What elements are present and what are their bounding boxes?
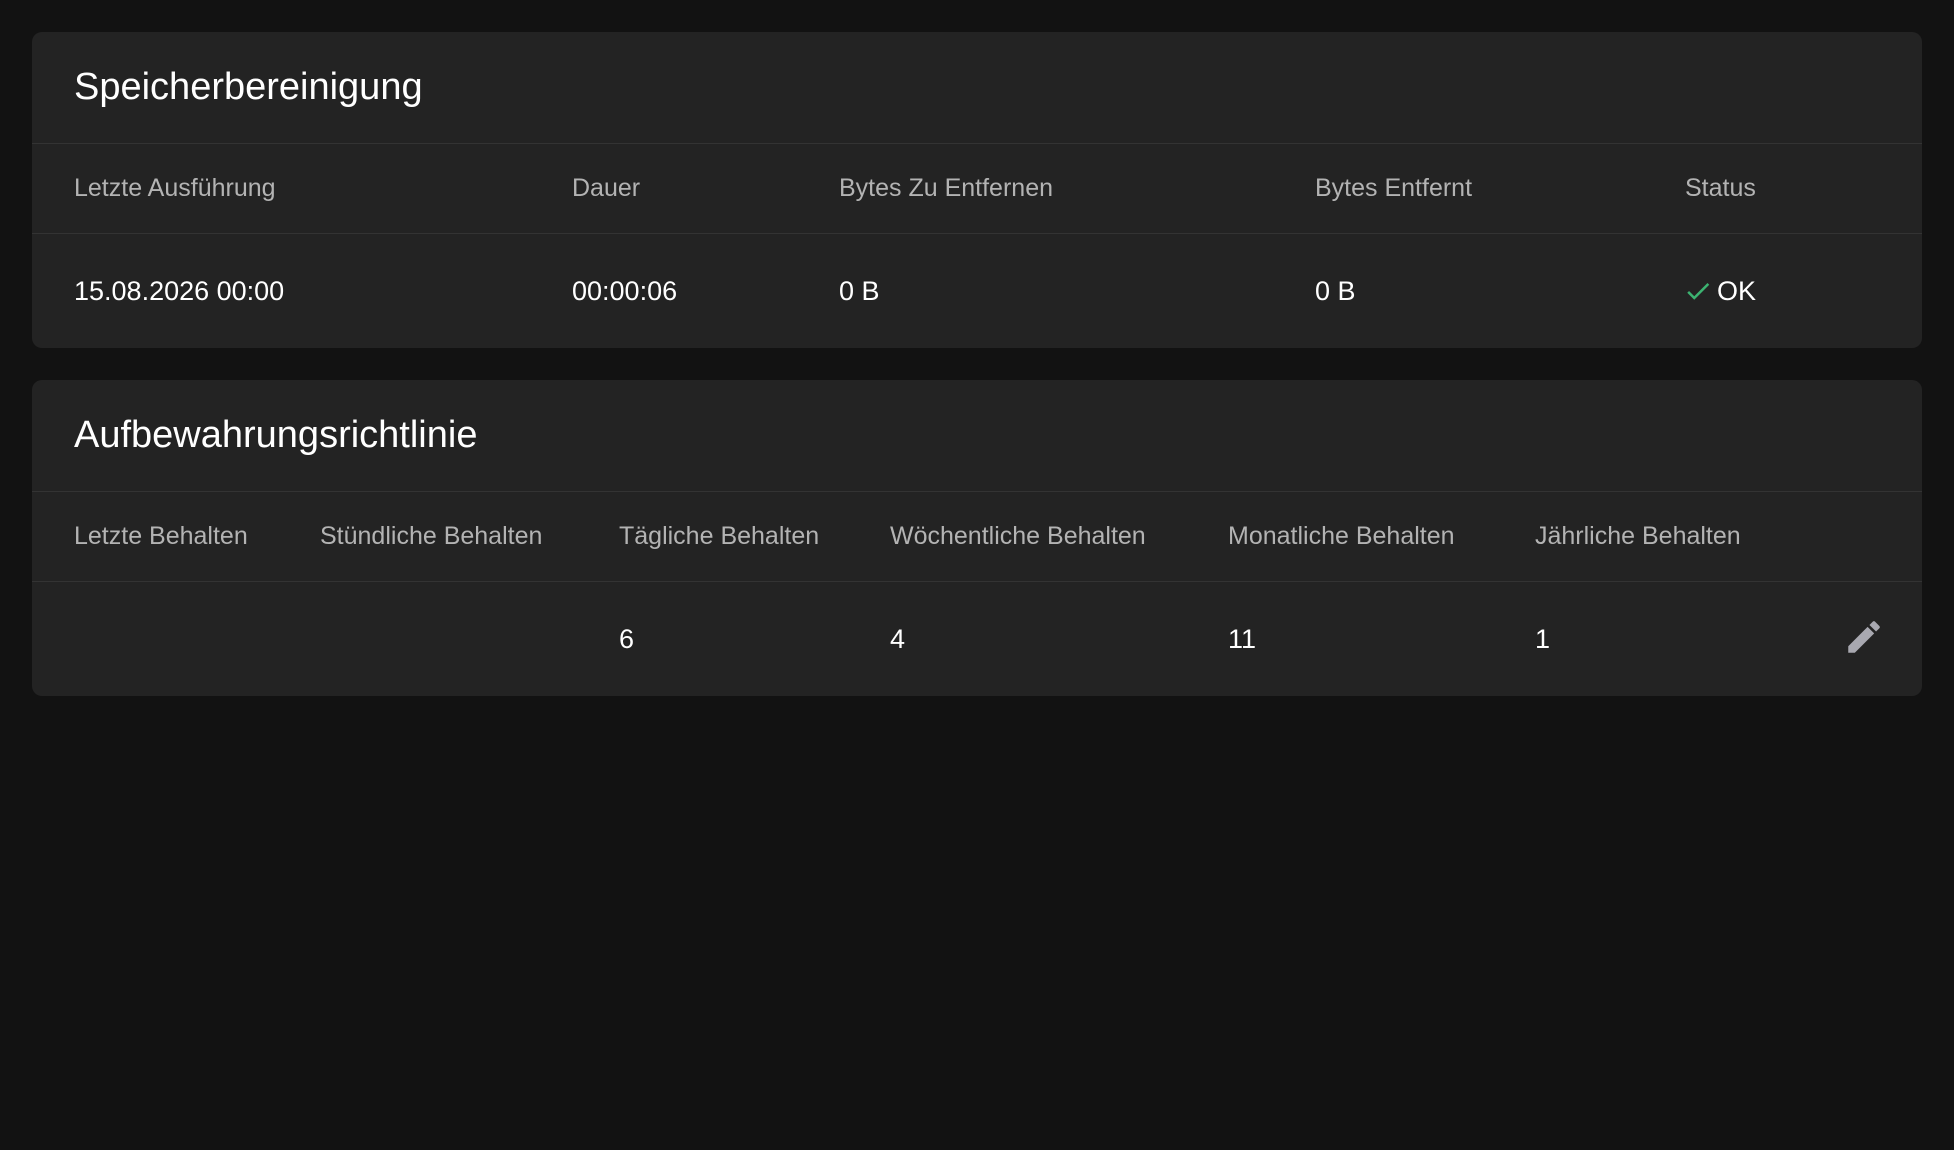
bytes-removed-value: 0 B [1315, 275, 1356, 306]
keep-yearly-value: 1 [1535, 623, 1551, 654]
duration-value: 00:00:06 [572, 275, 678, 306]
keep-daily-value: 6 [619, 623, 635, 654]
retention-table-header: Letzte Behalten Stündliche Behalten Tägl… [32, 492, 1922, 582]
table-row: 6 4 11 1 [32, 582, 1922, 696]
column-header-keep-yearly: Jährliche Behalten [1535, 522, 1741, 550]
status-badge: OK [1683, 234, 1756, 348]
edit-retention-button[interactable] [1842, 617, 1886, 661]
status-text: OK [1717, 275, 1757, 306]
retention-title: Aufbewahrungsrichtlinie [32, 380, 1922, 492]
keep-monthly-value: 11 [1228, 623, 1257, 654]
column-header-keep-last: Letzte Behalten [74, 522, 248, 550]
keep-weekly-value: 4 [890, 623, 906, 654]
column-header-status: Status [1685, 174, 1756, 202]
column-header-bytes-removed: Bytes Entfernt [1315, 174, 1473, 202]
column-header-keep-monthly: Monatliche Behalten [1228, 522, 1455, 550]
column-header-bytes-to-remove: Bytes Zu Entfernen [839, 174, 1054, 202]
pencil-icon [1843, 616, 1885, 663]
table-row: 15.08.2026 00:00 00:00:06 0 B 0 B OK [32, 234, 1922, 348]
column-header-duration: Dauer [572, 174, 641, 202]
cleanup-card: Speicherbereinigung Letzte Ausführung Da… [32, 32, 1922, 348]
cleanup-title: Speicherbereinigung [32, 32, 1922, 144]
page: Speicherbereinigung Letzte Ausführung Da… [0, 0, 1954, 1150]
check-icon [1683, 276, 1713, 306]
column-header-keep-weekly: Wöchentliche Behalten [890, 522, 1146, 550]
retention-card: Aufbewahrungsrichtlinie Letzte Behalten … [32, 380, 1922, 696]
column-header-last-run: Letzte Ausführung [74, 174, 276, 202]
column-header-keep-daily: Tägliche Behalten [619, 522, 820, 550]
bytes-to-remove-value: 0 B [839, 275, 880, 306]
last-run-value: 15.08.2026 00:00 [74, 275, 285, 306]
cleanup-table-header: Letzte Ausführung Dauer Bytes Zu Entfern… [32, 144, 1922, 234]
column-header-keep-hourly: Stündliche Behalten [320, 522, 543, 550]
